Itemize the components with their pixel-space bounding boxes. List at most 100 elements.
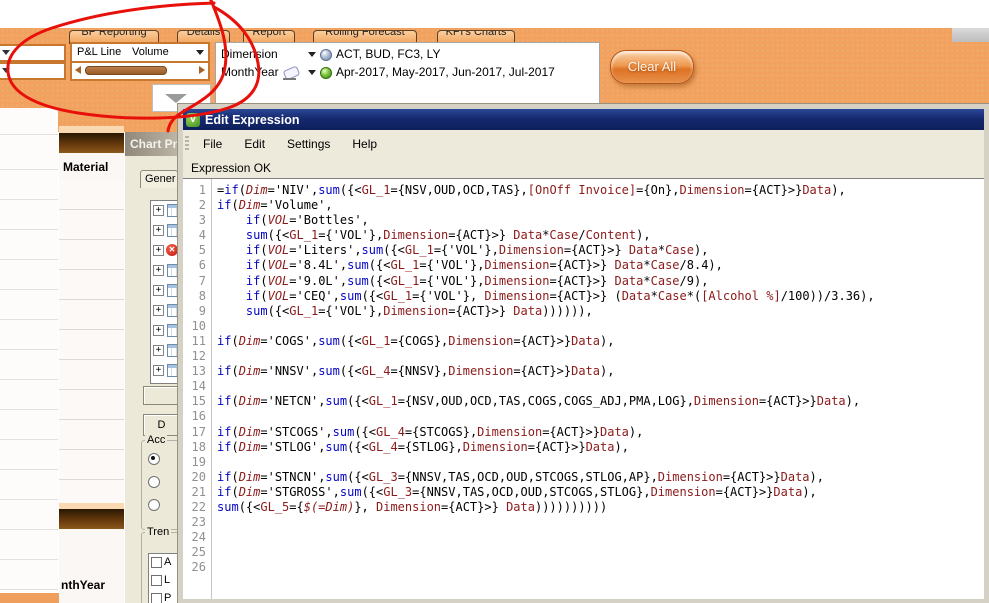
code-line: if(VOL='CEQ',sum({<GL_1={'VOL'}, Dimensi… <box>245 288 875 303</box>
tree-row[interactable]: + <box>151 261 181 281</box>
expand-plus-icon[interactable]: + <box>153 265 164 276</box>
field-label: MonthYear <box>221 65 279 79</box>
listbox-top-strip <box>59 126 124 133</box>
gray-bead-icon <box>320 49 332 61</box>
expand-plus-icon[interactable]: + <box>153 305 164 316</box>
tree-row[interactable]: + <box>151 281 181 301</box>
chevron-down-icon[interactable] <box>308 52 316 57</box>
trendlines-group: Tren ALP <box>141 526 181 603</box>
expand-plus-icon[interactable]: + <box>153 205 164 216</box>
chart-props-button-2[interactable]: D <box>143 414 180 436</box>
line-number: 15 <box>191 394 206 409</box>
pl-line-value: Volume <box>132 46 169 58</box>
code-line: if(Dim='STGROSS',sum({<GL_3={NNSV,TAS,OC… <box>217 484 817 499</box>
tree-row[interactable]: + <box>151 341 181 361</box>
slider-right-arrow-icon[interactable] <box>199 66 205 74</box>
checkbox[interactable] <box>151 557 162 568</box>
listbox-header-bar[interactable] <box>59 133 124 153</box>
slider-thumb[interactable] <box>85 66 167 75</box>
code-line: if(Dim='COGS',sum({<GL_1={COGS},Dimensio… <box>217 333 615 348</box>
pl-line-cycle-group: P&L Line Volume <box>70 42 210 81</box>
selection-values: ACT, BUD, FC3, LY <box>336 47 441 61</box>
pl-line-combo[interactable]: P&L Line Volume <box>72 44 208 63</box>
group-label: Tren <box>145 526 172 538</box>
tab-general[interactable]: Gener <box>140 170 178 188</box>
line-number: 14 <box>191 379 206 394</box>
chevron-down-icon <box>2 68 10 73</box>
line-number: 18 <box>191 439 206 454</box>
clear-all-button[interactable]: Clear All <box>610 50 694 84</box>
code-line: if(Dim='STCOGS',sum({<GL_4={STCOGS},Dime… <box>217 424 644 439</box>
chart-props-button-1[interactable] <box>143 386 180 405</box>
selection-row-dimension[interactable]: Dimension ACT, BUD, FC3, LY <box>216 46 599 63</box>
line-number: 23 <box>191 515 206 530</box>
triangle-down-icon <box>165 94 187 103</box>
chevron-down-icon[interactable] <box>196 50 204 55</box>
line-number: 22 <box>191 499 206 514</box>
expand-plus-icon[interactable]: + <box>153 245 164 256</box>
tree-row[interactable]: + <box>151 301 181 321</box>
line-number: 25 <box>191 545 206 560</box>
code-line: if(Dim='NETCN',sum({<GL_1={NSV,OUD,OCD,T… <box>217 394 861 409</box>
line-number: 4 <box>198 228 206 243</box>
tree-row[interactable]: + <box>151 361 181 381</box>
line-number: 3 <box>198 213 206 228</box>
cut-listbox-rows[interactable] <box>0 108 58 593</box>
expression-code[interactable]: =if(Dim='NIV',sum({<GL_1={NSV,OUD,OCD,TA… <box>212 179 984 599</box>
expand-plus-icon[interactable]: + <box>153 285 164 296</box>
selection-row-monthyear[interactable]: MonthYear Apr-2017, May-2017, Jun-2017, … <box>216 64 599 81</box>
line-number: 2 <box>198 198 206 213</box>
chevron-down-icon[interactable] <box>308 70 316 75</box>
menu-item-file[interactable]: File <box>192 137 233 151</box>
expand-plus-icon[interactable]: + <box>153 225 164 236</box>
menu-item-edit[interactable]: Edit <box>233 137 276 151</box>
tree-row[interactable]: + <box>151 221 181 241</box>
edit-expression-titlebar[interactable]: V Edit Expression <box>183 109 984 130</box>
line-number: 20 <box>191 469 206 484</box>
listbox-header-bar[interactable] <box>59 509 124 529</box>
group-label: Acc <box>145 434 168 446</box>
trendline-option[interactable]: P <box>149 590 180 603</box>
line-number: 5 <box>198 243 206 258</box>
line-number: 12 <box>191 349 206 364</box>
menu-item-help[interactable]: Help <box>341 137 388 151</box>
expand-plus-icon[interactable]: + <box>153 365 164 376</box>
checkbox[interactable] <box>151 593 162 603</box>
checkbox[interactable] <box>151 575 162 586</box>
monthyear-caption: nthYear <box>61 578 106 592</box>
line-number: 1 <box>198 183 206 197</box>
trendline-option[interactable]: A <box>149 554 180 572</box>
cut-combo-1[interactable] <box>0 44 66 62</box>
slider-left-arrow-icon[interactable] <box>75 66 81 74</box>
material-caption: Material <box>63 160 109 174</box>
radio-button[interactable] <box>148 476 160 488</box>
eraser-underline <box>283 78 296 80</box>
line-number: 26 <box>191 560 206 575</box>
tree-row[interactable]: + ✕ <box>151 241 181 261</box>
checkbox-label: L <box>164 574 171 586</box>
trendline-option[interactable]: L <box>149 572 180 590</box>
code-line: sum({<GL_5={$(=Dim)}, Dimension={ACT}>} … <box>217 499 608 514</box>
line-number: 13 <box>191 364 206 379</box>
menu-item-settings[interactable]: Settings <box>276 137 341 151</box>
line-number: 19 <box>191 454 206 469</box>
line-number: 11 <box>191 333 206 348</box>
material-rows[interactable] <box>59 180 124 503</box>
radio-button[interactable] <box>148 499 160 511</box>
expression-editor[interactable]: 1 2 3 4 5 6 7 8 9 10 11 12 13 14 15 16 17 18 19 20 21 22 23 24 2… <box>183 178 984 599</box>
toolbar-grip-icon[interactable] <box>185 135 189 152</box>
tree-row[interactable]: + <box>151 321 181 341</box>
expand-plus-icon[interactable]: + <box>153 345 164 356</box>
line-number: 6 <box>198 258 206 273</box>
tree-row[interactable]: + <box>151 201 181 221</box>
selection-values: Apr-2017, May-2017, Jun-2017, Jul-2017 <box>336 65 555 79</box>
pl-line-slider[interactable] <box>72 63 208 77</box>
line-number: 21 <box>191 484 206 499</box>
expand-plus-icon[interactable]: + <box>153 325 164 336</box>
line-number: 9 <box>198 303 206 318</box>
radio-button[interactable] <box>148 453 160 465</box>
chart-properties-titlebar[interactable]: Chart Pr <box>125 132 178 156</box>
cut-combo-2[interactable] <box>0 62 66 80</box>
